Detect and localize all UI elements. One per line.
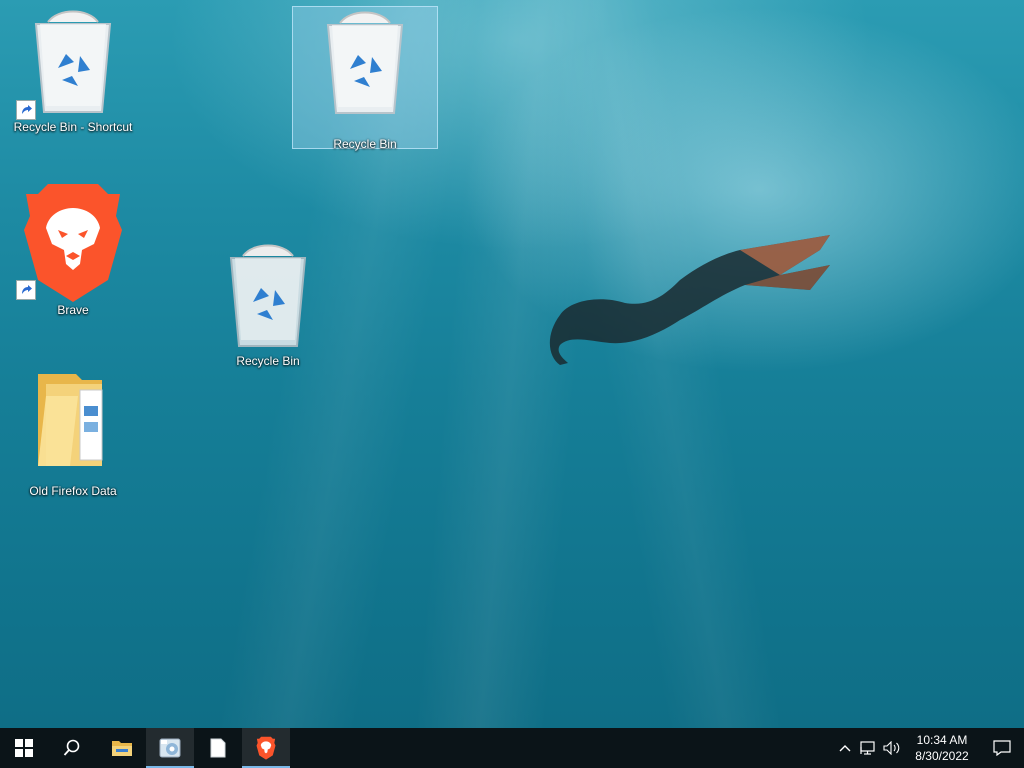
- taskbar: 10:34 AM 8/30/2022: [0, 728, 1024, 768]
- chevron-up-icon: [839, 745, 851, 752]
- taskbar-document[interactable]: [194, 728, 242, 768]
- system-tray: 10:34 AM 8/30/2022: [834, 728, 1024, 768]
- desktop-icon-label: Recycle Bin - Shortcut: [13, 120, 133, 134]
- windows-start-icon: [15, 739, 33, 757]
- desktop-icon-recycle-bin-selected[interactable]: Recycle Bin: [292, 6, 438, 151]
- shortcut-arrow-icon: [16, 100, 36, 120]
- brave-lion-icon: [256, 736, 276, 760]
- desktop-icon-old-firefox-data[interactable]: Old Firefox Data: [13, 366, 133, 498]
- search-button[interactable]: [48, 728, 96, 768]
- speaker-icon: [883, 741, 900, 755]
- media-app-icon: [159, 738, 181, 758]
- network-icon: [860, 741, 875, 755]
- file-explorer-icon: [112, 741, 132, 756]
- action-center-button[interactable]: [980, 728, 1024, 768]
- blank-document-icon: [210, 738, 226, 758]
- recycle-bin-icon: [229, 244, 307, 347]
- wallpaper-diver: [549, 235, 830, 365]
- search-icon: [63, 739, 80, 756]
- taskbar-brave[interactable]: [242, 728, 290, 768]
- taskbar-file-explorer[interactable]: [98, 728, 146, 768]
- desktop-icon-label: Old Firefox Data: [29, 484, 117, 498]
- clock-date: 8/30/2022: [915, 749, 969, 763]
- start-button[interactable]: [0, 728, 48, 768]
- volume-button[interactable]: [880, 728, 904, 768]
- notification-icon: [993, 740, 1011, 756]
- clock[interactable]: 10:34 AM 8/30/2022: [904, 728, 980, 768]
- desktop-icon-label: Recycle Bin: [236, 354, 300, 368]
- desktop-icon-recycle-bin-shortcut[interactable]: Recycle Bin - Shortcut: [13, 8, 133, 134]
- folder-icon: [38, 374, 103, 466]
- recycle-bin-icon: [326, 11, 404, 114]
- wallpaper-light-rays: [0, 0, 1024, 728]
- clock-time: 10:34 AM: [916, 733, 968, 747]
- network-button[interactable]: [856, 728, 880, 768]
- desktop-icon-label: Recycle Bin: [333, 137, 397, 151]
- show-hidden-icons-button[interactable]: [834, 728, 856, 768]
- taskbar-media-app[interactable]: [146, 728, 194, 768]
- desktop-icon-label: Brave: [57, 303, 89, 317]
- desktop-icon-recycle-bin[interactable]: Recycle Bin: [208, 242, 328, 368]
- desktop-icon-brave[interactable]: Brave: [13, 180, 133, 317]
- shortcut-arrow-icon: [16, 280, 36, 300]
